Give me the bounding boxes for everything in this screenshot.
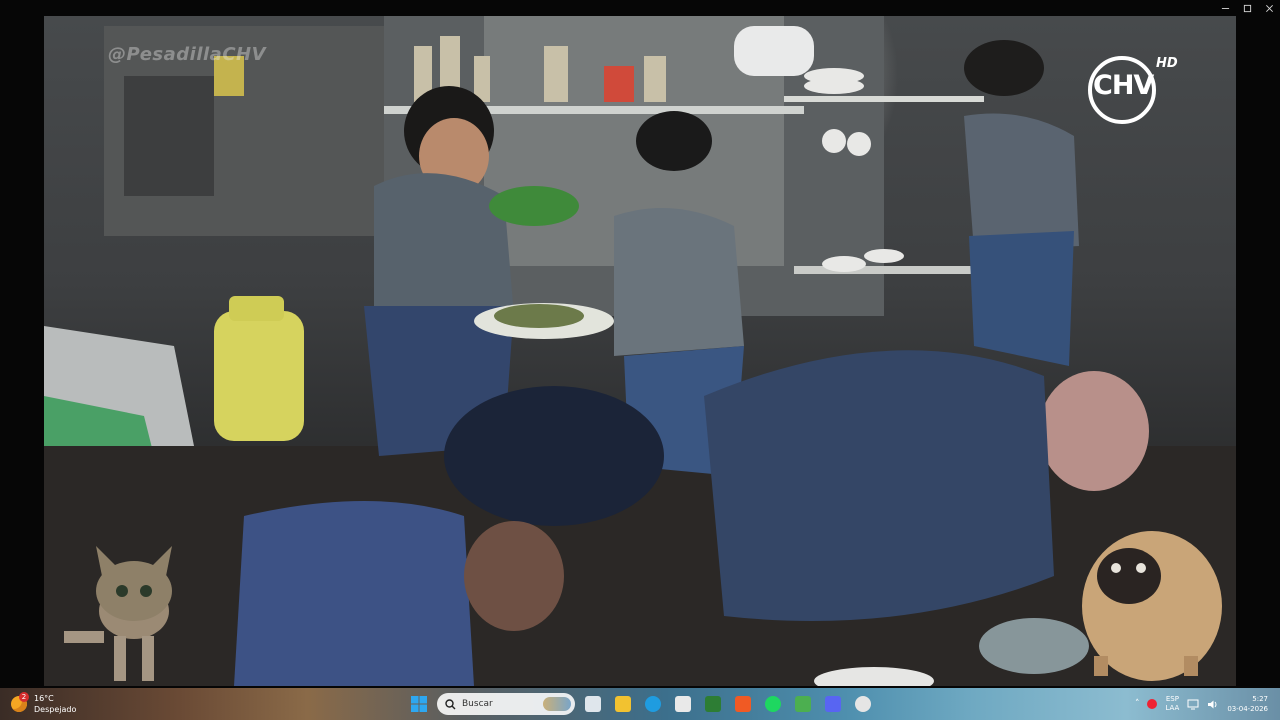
minecraft-button[interactable] [792,693,814,715]
video-frame[interactable]: @PesadillaCHV CHV HD [44,16,1236,686]
pug-sticker [1082,531,1222,681]
media-window: @PesadillaCHV CHV HD [0,0,1280,688]
store-button[interactable] [672,693,694,715]
winamp-button[interactable] [702,693,724,715]
channel-watermark: @PesadillaCHV [108,44,267,65]
taskbar-center: Buscar [408,691,874,717]
search-placeholder: Buscar [462,699,493,709]
language-indicator[interactable]: ESP LAA [1165,695,1179,713]
volume-icon[interactable] [1207,699,1219,710]
chevron-up-icon[interactable]: ˄ [1135,699,1140,709]
search-input[interactable]: Buscar [437,693,575,715]
spotify-button[interactable] [762,693,784,715]
discord-icon [825,696,841,712]
system-clock[interactable]: 5:27 03-04-2026 [1227,694,1268,714]
folder-icon [615,696,631,712]
media-player-button[interactable] [852,693,874,715]
task-view-icon [585,696,601,712]
file-explorer-button[interactable] [612,693,634,715]
language-bottom: LAA [1165,704,1180,712]
display-icon[interactable] [1187,699,1199,710]
spotify-icon [765,696,781,712]
minimize-button[interactable] [1214,0,1236,16]
edge-button[interactable] [642,693,664,715]
maximize-icon [1243,4,1251,12]
hd-badge: HD [1156,56,1178,71]
lightning-icon [705,696,721,712]
pinned-apps [582,693,874,715]
language-top: ESP [1165,695,1179,703]
weather-temperature: 16°C [34,694,54,703]
store-icon [675,696,691,712]
moon-icon: 2 [10,692,29,713]
tray-app-icon[interactable] [1147,699,1158,709]
kitchen-scene [44,16,1236,686]
record-icon [855,696,871,712]
creeper-icon [795,696,811,712]
maximize-button[interactable] [1236,0,1258,16]
task-view-button[interactable] [582,693,604,715]
discord-button[interactable] [822,693,844,715]
close-button[interactable] [1258,0,1280,16]
brave-button[interactable] [732,693,754,715]
brave-icon [735,696,751,712]
clock-date: 03-04-2026 [1227,705,1268,713]
minimize-icon [1221,7,1229,9]
weather-widget[interactable]: 2 16°C Despejado [10,691,76,717]
clock-time: 5:27 [1252,695,1268,703]
chv-logo-text: CHV [1093,70,1154,101]
system-tray: ˄ ESP LAA 5:27 03-04-2026 [1135,691,1268,717]
chv-logo: CHV HD [1084,52,1194,128]
notification-badge: 2 [19,692,29,702]
start-button[interactable] [408,693,430,715]
window-controls [1214,0,1280,16]
search-highlight-image [543,697,571,711]
search-icon [445,698,456,709]
weather-condition: Despejado [34,705,77,714]
edge-icon [645,696,661,712]
close-icon [1265,4,1273,12]
taskbar: 2 16°C Despejado Buscar ˄ ESP LAA 5:27 0… [0,688,1280,720]
windows-icon [411,696,427,712]
